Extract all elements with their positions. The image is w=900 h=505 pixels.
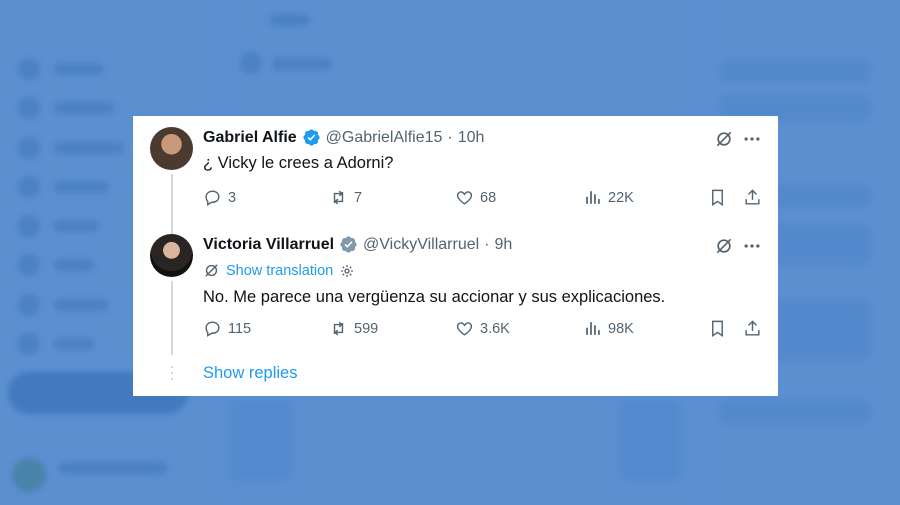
author-handle[interactable]: @GabrielAlfie15 [326,129,443,147]
thread-dots [171,366,173,384]
reply-button[interactable]: 3 [203,188,236,207]
like-count: 3.6K [480,320,510,337]
show-translation-label[interactable]: Show translation [226,263,333,279]
reply-button[interactable]: 115 [203,319,251,338]
repost-count: 599 [354,320,379,337]
timestamp[interactable]: 10h [458,129,485,147]
views-button[interactable]: 22K [583,188,634,207]
tweet-text: No. Me parece una vergüenza su accionar … [203,288,666,306]
verified-badge-icon [339,235,358,254]
views-icon [586,322,600,335]
like-button[interactable]: 68 [455,188,496,207]
gear-icon [341,264,354,277]
bookmark-icon [712,320,723,337]
views-count: 98K [608,320,634,337]
author-handle[interactable]: @VickyVillarruel [363,236,479,254]
repost-icon [333,190,344,205]
tweet-gabriel[interactable]: Gabriel Alfie @GabrielAlfie15 · 10h ¿ Vi… [133,116,778,236]
tweet-actions: 3 7 68 22K [203,188,763,210]
more-icon[interactable] [741,235,763,257]
tweet-text: ¿ Vicky le crees a Adorni? [203,154,394,172]
reply-icon [205,321,220,337]
author-name[interactable]: Gabriel Alfie [203,129,297,147]
share-icon [745,189,760,205]
repost-button[interactable]: 599 [329,319,378,338]
like-icon [456,191,473,205]
tweet-actions: 115 599 3.6K 98K [203,319,763,341]
tweet-victoria[interactable]: Victoria Villarruel @VickyVillarruel · 9… [133,226,778,366]
repost-count: 7 [354,189,363,206]
more-icon[interactable] [741,128,763,150]
share-button[interactable] [743,319,762,338]
tweet-header: Victoria Villarruel @VickyVillarruel · 9… [203,235,512,254]
share-button[interactable] [743,188,762,207]
author-name[interactable]: Victoria Villarruel [203,236,334,254]
timestamp[interactable]: 9h [495,236,513,254]
reply-count: 115 [228,320,252,337]
bookmark-button[interactable] [708,319,727,338]
avatar[interactable] [150,127,193,170]
bookmark-button[interactable] [708,188,727,207]
views-button[interactable]: 98K [583,319,634,338]
separator: · [447,128,453,146]
share-icon [745,320,760,336]
show-translation-link[interactable]: Show translation [203,262,355,279]
reply-icon [205,190,220,206]
grok-icon[interactable] [713,128,735,150]
grok-icon[interactable] [713,235,735,257]
like-icon [456,322,473,336]
repost-icon [333,321,344,336]
translate-icon [205,264,218,277]
verified-badge-icon [302,128,321,147]
views-count: 22K [608,189,634,206]
like-button[interactable]: 3.6K [455,319,510,338]
avatar[interactable] [150,234,193,277]
tweet-thread-card: Gabriel Alfie @GabrielAlfie15 · 10h ¿ Vi… [133,116,778,396]
repost-button[interactable]: 7 [329,188,362,207]
separator: · [484,235,490,253]
bookmark-icon [712,189,723,206]
tweet-header: Gabriel Alfie @GabrielAlfie15 · 10h [203,128,484,147]
like-count: 68 [480,189,497,206]
thread-connector [171,281,173,355]
reply-count: 3 [228,189,237,206]
views-icon [586,191,600,204]
show-replies-link[interactable]: Show replies [203,364,297,383]
